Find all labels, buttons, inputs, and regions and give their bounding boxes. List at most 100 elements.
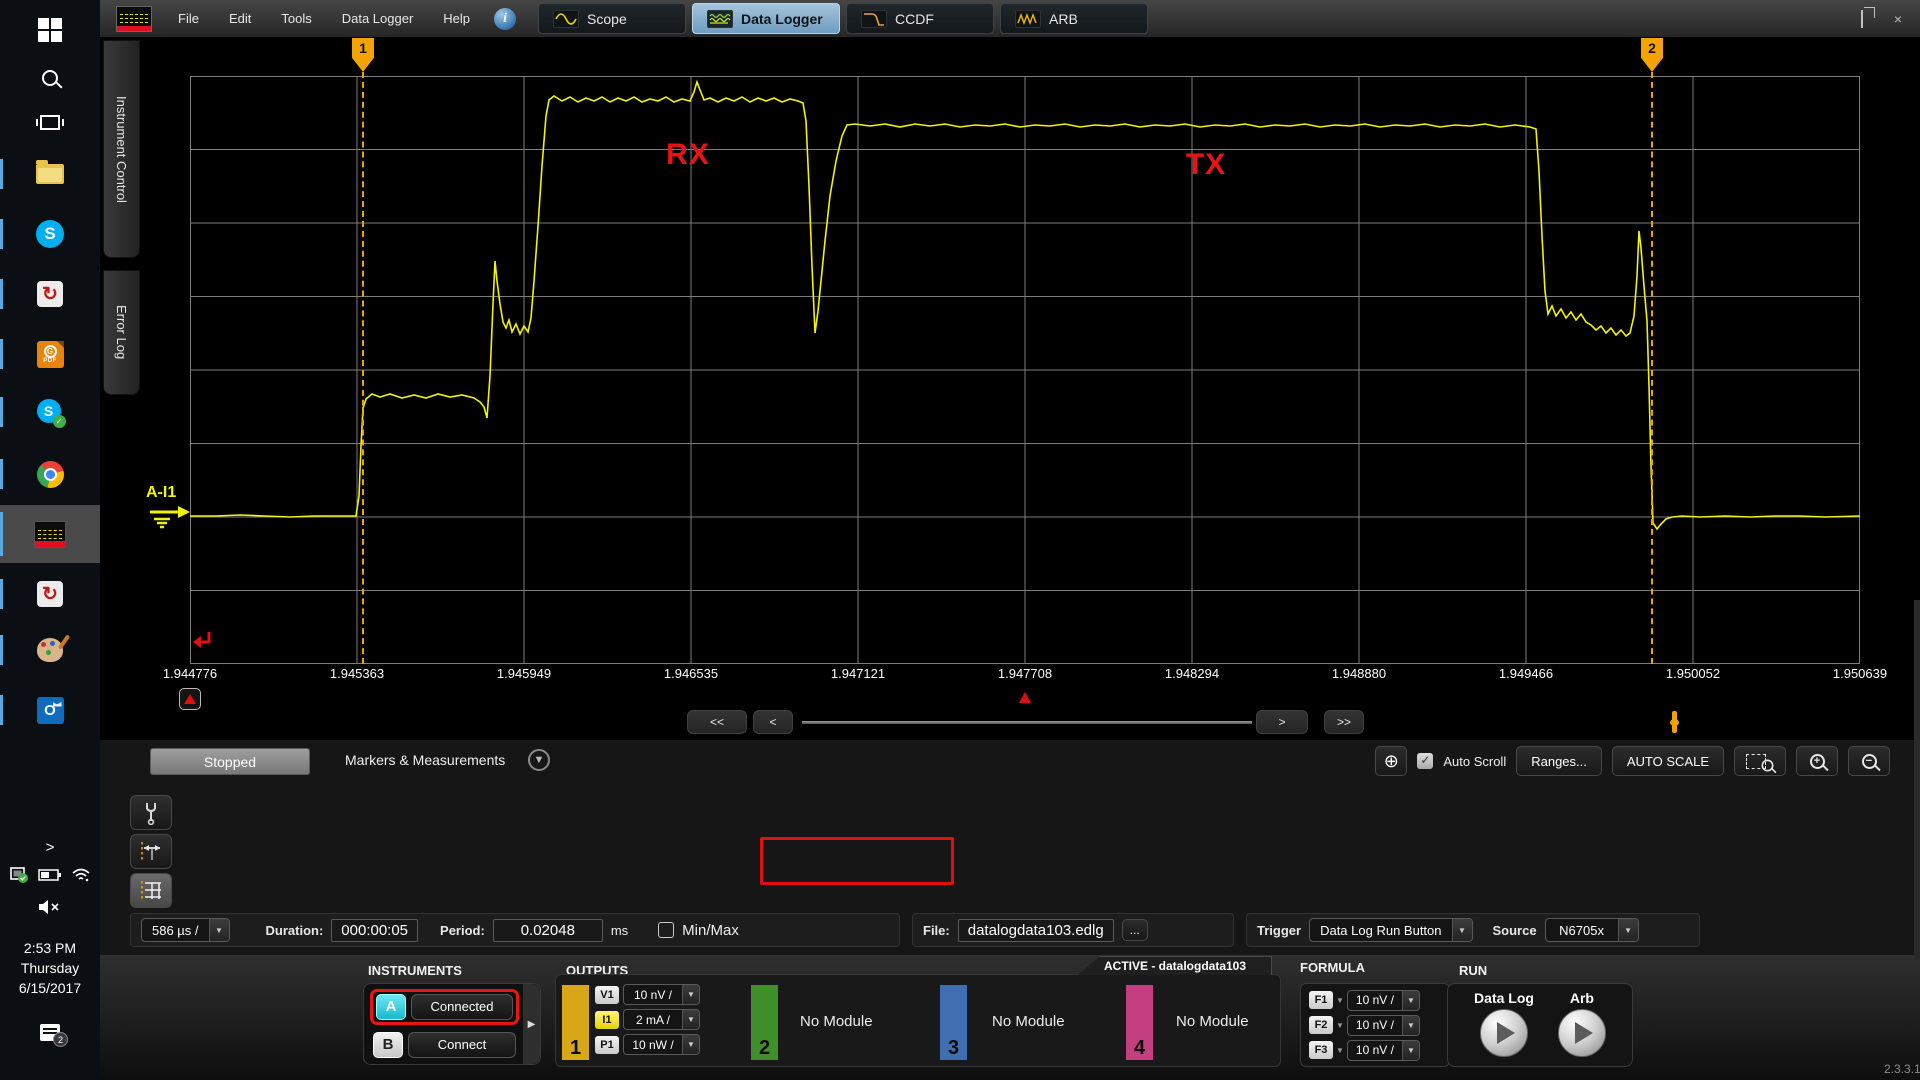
tab-arb[interactable]: ARB — [1000, 3, 1149, 34]
taskbar-item-sync-app-2[interactable]: ↻ — [0, 572, 100, 616]
menu-bar: File Edit Tools Data Logger Help — [178, 11, 470, 26]
action-center-button[interactable]: 2 — [0, 1024, 100, 1047]
tray-expand-button[interactable]: > — [0, 834, 100, 860]
period-input[interactable]: 0.02048 — [492, 918, 603, 942]
system-tray — [0, 862, 100, 888]
battery-icon[interactable] — [38, 868, 62, 882]
wrench-icon — [146, 802, 156, 825]
trigger-dropdown[interactable]: Data Log Run Button ▼ — [1309, 918, 1473, 942]
tab-data-logger[interactable]: Data Logger — [692, 3, 841, 34]
taskbar-item-paint[interactable] — [0, 628, 100, 672]
taskbar-item-benchvue-active[interactable] — [0, 505, 100, 563]
marker-1-flag[interactable]: 1 — [352, 38, 374, 72]
v1-scale-dropdown[interactable]: 10 nV / ▼ — [623, 984, 700, 1005]
f1-scale-dropdown[interactable]: 10 nV / ▼ — [1346, 989, 1420, 1011]
crosshair-button[interactable]: ⊕ — [1375, 746, 1408, 776]
chevron-down-icon: ▼ — [1617, 919, 1638, 941]
chevron-down-icon: ▼ — [1401, 1015, 1419, 1035]
taskbar-item-outlook[interactable]: O — [0, 688, 100, 732]
speaker-mute-icon — [39, 900, 59, 914]
taskbar-item-sync-app[interactable]: ↻ — [0, 272, 100, 316]
instrument-a-status-button[interactable]: Connected — [411, 993, 513, 1020]
zoom-region-button[interactable] — [1734, 746, 1786, 776]
markers-tool-button[interactable] — [130, 834, 172, 869]
chevron-down-icon[interactable]: ▼ — [1336, 1046, 1344, 1055]
markers-icon — [141, 841, 160, 862]
f3-scale-dropdown[interactable]: 10 nV / ▼ — [1346, 1039, 1420, 1061]
scroll-left-button[interactable]: < — [753, 710, 793, 734]
restore-button[interactable] — [1854, 9, 1870, 28]
scope-waveform-icon — [553, 9, 580, 28]
marker-2-flag[interactable]: 2 — [1641, 38, 1663, 72]
tab-scope[interactable]: Scope — [538, 3, 687, 34]
source-dropdown[interactable]: N6705x ▼ — [1544, 918, 1639, 942]
trigger-position-button[interactable] — [179, 688, 201, 710]
instrument-b-button[interactable]: B — [373, 1031, 403, 1058]
table-view-button[interactable] — [130, 873, 172, 908]
channel-2-status: No Module — [800, 1013, 873, 1030]
minmax-checkbox[interactable] — [658, 922, 675, 938]
start-button[interactable] — [0, 8, 100, 52]
duration-input[interactable]: 000:00:05 — [331, 918, 419, 942]
waveform-plot[interactable] — [190, 76, 1860, 664]
source-value: N6705x — [1559, 922, 1604, 938]
close-button[interactable]: × — [1890, 11, 1906, 27]
markers-dropdown-button[interactable]: ▼ — [528, 749, 550, 771]
arb-run-button[interactable] — [1557, 1009, 1606, 1057]
zoom-in-button[interactable]: + — [1796, 746, 1838, 776]
file-name-input[interactable]: datalogdata103.edlg — [957, 918, 1114, 942]
taskbar-item-skype-business[interactable]: S ✓ — [0, 390, 100, 434]
auto-scale-button[interactable]: AUTO SCALE — [1611, 746, 1724, 776]
instrument-a-button[interactable]: A — [376, 993, 406, 1020]
f3-scale-value: 10 nV / — [1355, 1043, 1394, 1057]
ranges-button[interactable]: Ranges... — [1516, 746, 1602, 776]
benchvue-window: File Edit Tools Data Logger Help i Scope… — [100, 0, 1920, 1080]
chevron-down-icon[interactable]: ▼ — [1336, 1021, 1344, 1030]
p1-scale-value: 10 nW / — [632, 1037, 674, 1052]
marker-2-line[interactable] — [1651, 72, 1653, 664]
menu-data-logger[interactable]: Data Logger — [342, 11, 414, 26]
tab-instrument-control[interactable]: Instrument Control — [103, 40, 140, 258]
taskbar-item-file-explorer[interactable] — [0, 152, 100, 196]
marker-1-line[interactable] — [362, 72, 364, 664]
active-session-tab[interactable]: ACTIVE - datalogdata103 — [1078, 956, 1272, 975]
scroll-far-left-button[interactable]: << — [687, 710, 747, 734]
dropbox-sync-icon[interactable] — [9, 866, 29, 884]
menu-tools[interactable]: Tools — [281, 11, 311, 26]
scroll-right-button[interactable]: > — [1256, 710, 1308, 734]
wifi-icon[interactable] — [71, 867, 91, 883]
menu-help[interactable]: Help — [443, 11, 470, 26]
f2-scale-dropdown[interactable]: 10 nV / ▼ — [1346, 1014, 1420, 1036]
tab-error-log[interactable]: Error Log — [103, 270, 140, 395]
v1-tag: V1 — [595, 985, 619, 1004]
instruments-expand-button[interactable]: ▶ — [523, 984, 540, 1064]
data-log-run-button[interactable] — [1479, 1009, 1528, 1057]
instrument-b-status-button[interactable]: Connect — [408, 1031, 516, 1058]
tab-ccdf[interactable]: CCDF — [846, 3, 995, 34]
scroll-track[interactable] — [802, 711, 1679, 733]
menu-file[interactable]: File — [178, 11, 199, 26]
info-icon[interactable]: i — [494, 7, 517, 30]
chevron-down-icon[interactable]: ▼ — [1336, 996, 1344, 1005]
taskbar-item-chrome[interactable] — [0, 452, 100, 496]
data-logger-waveform-icon — [707, 9, 734, 28]
taskbar-clock[interactable]: 2:53 PM Thursday 6/15/2017 — [0, 938, 100, 998]
menu-edit[interactable]: Edit — [229, 11, 251, 26]
task-view-button[interactable] — [0, 100, 100, 144]
scroll-thumb[interactable] — [1670, 711, 1679, 733]
trace-name-label[interactable]: A-I1 — [146, 484, 176, 502]
volume-muted[interactable] — [0, 896, 100, 918]
i1-scale-dropdown[interactable]: 2 mA / ▼ — [623, 1009, 700, 1030]
auto-scroll-checkbox[interactable]: ✓ — [1417, 753, 1434, 769]
taskbar-item-skype[interactable]: S — [0, 212, 100, 256]
sample-rate-dropdown[interactable]: 586 µs / ▼ — [141, 918, 230, 942]
marker-settings-button[interactable] — [130, 795, 172, 830]
browse-button[interactable]: ... — [1121, 919, 1148, 941]
sample-rate-value: 586 µs / — [152, 922, 199, 938]
taskbar-item-pdf-app[interactable]: G PDF — [0, 332, 100, 376]
p1-scale-dropdown[interactable]: 10 nW / ▼ — [623, 1034, 700, 1055]
zoom-out-button[interactable]: − — [1848, 746, 1890, 776]
scroll-far-right-button[interactable]: >> — [1324, 710, 1364, 734]
search-button[interactable] — [0, 56, 100, 100]
vertical-scrollbar[interactable] — [1914, 600, 1920, 960]
